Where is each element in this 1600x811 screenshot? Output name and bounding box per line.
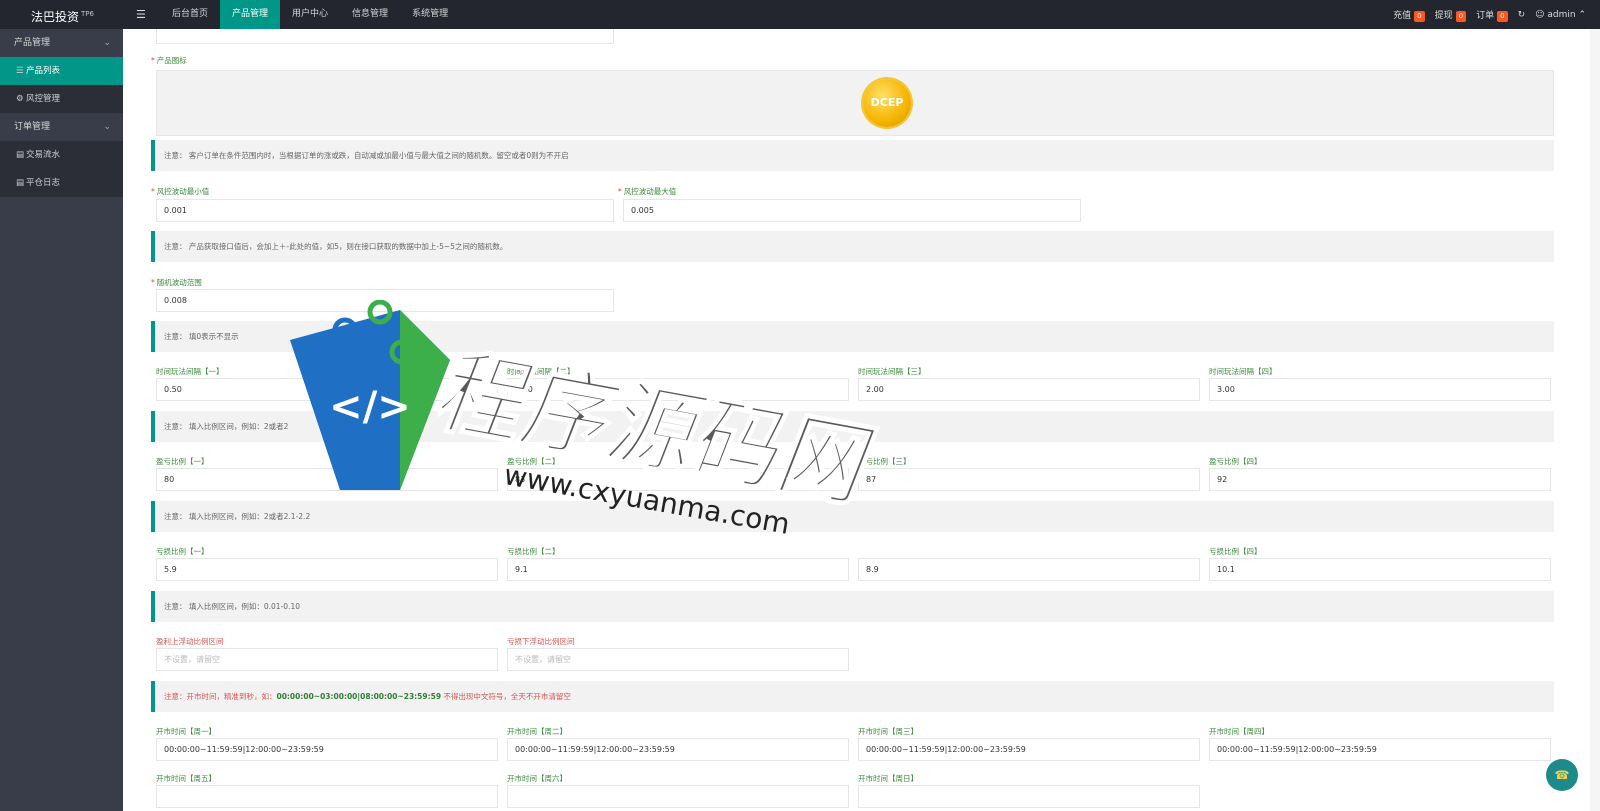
sidebar: 产品管理 ⌄ ☰ 产品列表 ⚙ 风控管理 订单管理 ⌄ ▤ 交易流水 ▤ 平仓日志 xyxy=(0,29,123,811)
note-zero: 注意： 填0表示不显示 xyxy=(151,321,1554,352)
topnav-item-info[interactable]: 信息管理 xyxy=(340,0,400,29)
note-loss: 注意： 填入比例区间，例如：2或者2.1-2.2 xyxy=(151,501,1554,532)
interval-label-3: 时间玩法间隔【三】 xyxy=(858,367,926,376)
sidebar-group-orders[interactable]: 订单管理 ⌄ xyxy=(0,113,123,141)
layers-icon: ☰ xyxy=(16,66,24,76)
loss-input-4[interactable]: 10.1 xyxy=(1209,558,1551,581)
open-input-wed[interactable]: 00:00:00~11:59:59|12:00:00~23:59:59 xyxy=(858,738,1200,761)
float-up-input[interactable]: 不设置，请留空 xyxy=(156,648,498,671)
loss-input-1[interactable]: 5.9 xyxy=(156,558,498,581)
interval-input-4[interactable]: 3.00 xyxy=(1209,378,1551,401)
product-icon-image: DCEP xyxy=(863,79,911,127)
gear-icon: ⚙ xyxy=(16,94,24,104)
float-up-label: 盈利上浮动比例区间 xyxy=(156,637,224,646)
brand-logo[interactable]: 法巴投资 TP6 xyxy=(0,0,125,29)
top-partial-input[interactable] xyxy=(156,29,614,44)
interval-label-2: 时间玩法间隔【二】 xyxy=(507,367,575,376)
main-content: * 产品图标 DCEP 注意： 客户订单在条件范围内时，当根据订单的涨或跌，自动减… xyxy=(123,29,1600,811)
product-icon-label: * 产品图标 xyxy=(151,56,187,65)
interval-label-1: 时间玩法间隔【一】 xyxy=(156,367,224,376)
withdraw-badge: 0 xyxy=(1455,10,1467,22)
profit-label-3: 盈亏比例【三】 xyxy=(858,457,911,466)
headset-icon[interactable]: ☎ xyxy=(1546,759,1578,791)
open-label-wed: 开市时间【周三】 xyxy=(858,727,918,736)
profit-label-4: 盈亏比例【四】 xyxy=(1209,457,1262,466)
order-link[interactable]: 订单 0 xyxy=(1476,8,1508,22)
open-label-fri: 开市时间【周五】 xyxy=(156,774,216,783)
chevron-up-icon: ⌃ xyxy=(1578,9,1586,20)
loss-label-4: 亏损比例【四】 xyxy=(1209,547,1262,556)
topnav-item-products[interactable]: 产品管理 xyxy=(220,0,281,29)
open-input-thu[interactable]: 00:00:00~11:59:59|12:00:00~23:59:59 xyxy=(1209,738,1551,761)
product-icon-upload[interactable]: DCEP xyxy=(156,70,1554,136)
open-input-sat[interactable] xyxy=(507,785,849,808)
profit-label-2: 盈亏比例【二】 xyxy=(507,457,560,466)
order-badge: 0 xyxy=(1497,10,1508,22)
open-input-tue[interactable]: 00:00:00~11:59:59|12:00:00~23:59:59 xyxy=(507,738,849,761)
sidebar-item-transactions[interactable]: ▤ 交易流水 xyxy=(0,141,123,169)
profit-input-1[interactable]: 80 xyxy=(156,468,498,491)
recharge-link[interactable]: 充值 0 xyxy=(1393,8,1425,22)
sidebar-item-risk-control[interactable]: ⚙ 风控管理 xyxy=(0,85,123,113)
recharge-badge: 0 xyxy=(1414,10,1425,22)
user-menu[interactable]: ☺ admin ⌃ xyxy=(1535,10,1586,20)
open-label-mon: 开市时间【周一】 xyxy=(156,727,216,736)
chevron-down-icon: ⌄ xyxy=(103,38,111,48)
top-right-tools: 充值 0 提现 0 订单 0 ↻ ☺ admin ⌃ xyxy=(1393,0,1586,29)
random-range-label: * 随机波动范围 xyxy=(151,278,202,287)
open-label-tue: 开市时间【周二】 xyxy=(507,727,567,736)
profit-input-2[interactable]: 83 xyxy=(507,468,849,491)
hamburger-icon[interactable]: ☰ xyxy=(136,0,146,29)
note-profit: 注意： 填入比例区间，例如：2或者2 xyxy=(151,411,1554,442)
risk-max-input[interactable]: 0.005 xyxy=(623,199,1081,222)
open-input-fri[interactable] xyxy=(156,785,498,808)
loss-label-2: 亏损比例【二】 xyxy=(507,547,560,556)
loss-label-1: 亏损比例【一】 xyxy=(156,547,209,556)
float-down-label: 亏损下浮动比例区间 xyxy=(507,637,575,646)
profit-label-1: 盈亏比例【一】 xyxy=(156,457,209,466)
list-icon: ▤ xyxy=(16,178,25,188)
open-label-sun: 开市时间【周日】 xyxy=(858,774,918,783)
top-nav: 后台首页 产品管理 用户中心 信息管理 系统管理 xyxy=(160,0,460,29)
interval-input-2[interactable]: 1.00 xyxy=(507,378,849,401)
risk-min-label: * 风控波动最小值 xyxy=(151,187,210,196)
loss-input-2[interactable]: 9.1 xyxy=(507,558,849,581)
risk-min-input[interactable]: 0.001 xyxy=(156,199,614,222)
topnav-item-users[interactable]: 用户中心 xyxy=(280,0,340,29)
chevron-down-icon: ⌄ xyxy=(103,122,111,132)
list-icon: ▤ xyxy=(16,150,25,160)
sidebar-group-products[interactable]: 产品管理 ⌄ xyxy=(0,29,123,57)
note-open-time: 注意：开市时间，精准到秒，如：00:00:00~03:00:00|08:00:0… xyxy=(151,681,1554,712)
open-label-thu: 开市时间【周四】 xyxy=(1209,727,1269,736)
loss-input-3[interactable]: 8.9 xyxy=(858,558,1200,581)
interval-label-4: 时间玩法间隔【四】 xyxy=(1209,367,1277,376)
open-input-sun[interactable] xyxy=(858,785,1200,808)
top-bar: 法巴投资 TP6 ☰ 后台首页 产品管理 用户中心 信息管理 系统管理 充值 0 提… xyxy=(0,0,1600,29)
interval-input-3[interactable]: 2.00 xyxy=(858,378,1200,401)
note-random: 注意： 产品获取接口值后，会加上＋-此处的值，如5，则在接口获取的数据中加上-5… xyxy=(151,231,1554,262)
profit-input-3[interactable]: 87 xyxy=(858,468,1200,491)
user-icon: ☺ xyxy=(1535,9,1545,20)
scrollbar[interactable] xyxy=(1590,29,1600,811)
open-input-mon[interactable]: 00:00:00~11:59:59|12:00:00~23:59:59 xyxy=(156,738,498,761)
profit-input-4[interactable]: 92 xyxy=(1209,468,1551,491)
topnav-item-system[interactable]: 系统管理 xyxy=(400,0,460,29)
refresh-icon[interactable]: ↻ xyxy=(1518,10,1526,20)
risk-max-label: * 风控波动最大值 xyxy=(618,187,677,196)
random-range-input[interactable]: 0.008 xyxy=(156,289,614,312)
topnav-item-home[interactable]: 后台首页 xyxy=(160,0,220,29)
sidebar-item-close-log[interactable]: ▤ 平仓日志 xyxy=(0,169,123,197)
sidebar-item-product-list[interactable]: ☰ 产品列表 xyxy=(0,57,123,85)
note-risk: 注意： 客户订单在条件范围内时，当根据订单的涨或跌，自动减或加最小值与最大值之间… xyxy=(151,140,1554,171)
interval-input-1[interactable]: 0.50 xyxy=(156,378,498,401)
float-down-input[interactable]: 不设置，请留空 xyxy=(507,648,849,671)
note-float: 注意： 填入比例区间，例如：0.01-0.10 xyxy=(151,591,1554,622)
open-label-sat: 开市时间【周六】 xyxy=(507,774,567,783)
withdraw-link[interactable]: 提现 0 xyxy=(1435,8,1467,22)
